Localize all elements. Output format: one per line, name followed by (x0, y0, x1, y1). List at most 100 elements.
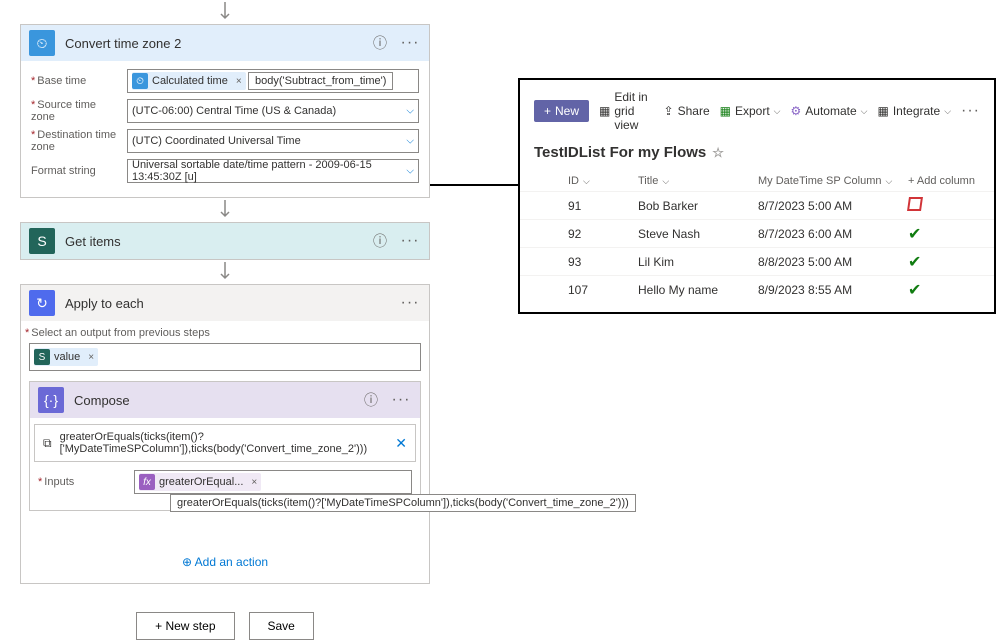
automate-icon: ⚙ (791, 104, 802, 118)
new-step-button[interactable]: + New step (136, 612, 234, 640)
help-icon[interactable]: ⓘ (371, 231, 389, 251)
chevron-down-icon: ⌵ (861, 106, 868, 117)
sharepoint-icon: S (29, 228, 55, 254)
col-title[interactable]: Title⌵ (638, 175, 758, 187)
chevron-down-icon: ⌵ (406, 166, 414, 177)
chevron-down-icon: ⌵ (944, 106, 951, 117)
compose-expression-bar[interactable]: ⧉ greaterOrEquals(ticks(item()?['MyDateT… (34, 424, 416, 462)
table-row[interactable]: 92 Steve Nash 8/7/2023 6:00 AM ✔ (520, 219, 994, 247)
table-row[interactable]: 107 Hello My name 8/9/2023 8:55 AM ✔ (520, 275, 994, 303)
table-row[interactable]: 93 Lil Kim 8/8/2023 5:00 AM ✔ (520, 247, 994, 275)
convert-time-zone-title: Convert time zone 2 (65, 36, 361, 51)
list-table: ID⌵ Title⌵ My DateTime SP Column⌵ + Add … (520, 171, 994, 303)
format-select[interactable]: Universal sortable date/time pattern - 2… (127, 159, 419, 183)
col-id[interactable]: ID⌵ (568, 175, 638, 187)
status-green-icon: ✔ (908, 224, 998, 244)
remove-token-icon[interactable]: × (236, 76, 242, 87)
source-tz-select[interactable]: (UTC-06:00) Central Time (US & Canada) ⌵ (127, 99, 419, 123)
cell-title: Hello My name (638, 283, 758, 297)
status-red-icon (907, 197, 923, 211)
favorite-star-icon[interactable]: ☆ (712, 145, 724, 161)
add-column-button[interactable]: + Add column (908, 175, 998, 187)
base-time-input[interactable]: ⏲ Calculated time × body('Subtract_from_… (127, 69, 419, 93)
more-icon[interactable]: ··· (961, 102, 980, 120)
compose-title: Compose (74, 393, 352, 408)
add-action-row: ⊕ Add an action (21, 539, 429, 577)
edit-grid-button[interactable]: ▦Edit in grid view (599, 90, 654, 132)
clock-icon: ⏲ (132, 73, 148, 89)
clock-icon: ⏲ (29, 30, 55, 56)
new-item-button[interactable]: +New (534, 100, 589, 122)
more-icon[interactable]: ··· (399, 34, 421, 52)
more-icon[interactable]: ··· (399, 294, 421, 312)
col-datetime[interactable]: My DateTime SP Column⌵ (758, 175, 908, 187)
compose-icon: {·} (38, 387, 64, 413)
cell-id: 107 (568, 283, 638, 297)
inputs-tooltip: greaterOrEquals(ticks(item()?['MyDateTim… (170, 494, 636, 512)
cell-title: Bob Barker (638, 199, 758, 213)
inputs-label: Inputs (38, 476, 128, 488)
flow-arrow (20, 198, 430, 222)
code-icon: ⧉ (43, 436, 52, 451)
table-row[interactable]: 91 Bob Barker 8/7/2023 5:00 AM (520, 191, 994, 219)
compose-header[interactable]: {·} Compose ⓘ ··· (30, 382, 420, 418)
source-tz-label: Source time zone (31, 99, 121, 123)
loop-icon: ↻ (29, 290, 55, 316)
get-items-header[interactable]: S Get items ⓘ ··· (21, 223, 429, 259)
connector-line (430, 184, 518, 186)
select-output-input[interactable]: S value × (29, 343, 421, 371)
grid-icon: ▦ (599, 104, 610, 118)
apply-to-each-title: Apply to each (65, 296, 389, 311)
cell-datetime: 8/9/2023 8:55 AM (758, 283, 908, 297)
select-output-label: Select an output from previous steps (25, 327, 425, 339)
flow-arrow (20, 0, 430, 24)
help-icon[interactable]: ⓘ (371, 33, 389, 53)
fx-token[interactable]: fx greaterOrEqual... × (139, 473, 261, 491)
cell-datetime: 8/7/2023 5:00 AM (758, 199, 908, 213)
export-button[interactable]: ▦Export⌵ (720, 104, 781, 118)
convert-time-zone-card: ⏲ Convert time zone 2 ⓘ ··· Base time ⏲ … (20, 24, 430, 198)
remove-token-icon[interactable]: × (251, 477, 257, 488)
list-title: TestIDList For my Flows (534, 144, 706, 161)
save-button[interactable]: Save (249, 612, 314, 640)
chevron-down-icon: ⌵ (406, 106, 414, 117)
more-icon[interactable]: ··· (390, 391, 412, 409)
get-items-card: S Get items ⓘ ··· (20, 222, 430, 260)
flow-arrow (20, 260, 430, 284)
integrate-icon: ▦ (877, 104, 888, 118)
compose-card: {·} Compose ⓘ ··· ⧉ greaterOrEquals(tick… (29, 381, 421, 511)
format-label: Format string (31, 165, 121, 177)
integrate-button[interactable]: ▦Integrate⌵ (877, 104, 951, 118)
get-items-title: Get items (65, 234, 361, 249)
base-time-tooltip: body('Subtract_from_time') (248, 72, 393, 90)
help-icon[interactable]: ⓘ (362, 390, 380, 410)
cell-title: Steve Nash (638, 227, 758, 241)
dest-tz-select[interactable]: (UTC) Coordinated Universal Time ⌵ (127, 129, 419, 153)
base-time-label: Base time (31, 75, 121, 87)
calculated-time-token[interactable]: ⏲ Calculated time × (132, 72, 246, 90)
fx-icon: fx (139, 474, 155, 490)
chevron-down-icon: ⌵ (662, 176, 669, 186)
cell-datetime: 8/8/2023 5:00 AM (758, 255, 908, 269)
apply-to-each-header[interactable]: ↻ Apply to each ··· (21, 285, 429, 321)
inputs-field[interactable]: fx greaterOrEqual... × (134, 470, 412, 494)
add-action-icon: ⊕ (182, 555, 195, 569)
clear-expression-icon[interactable]: ✕ (395, 435, 407, 452)
chevron-down-icon: ⌵ (774, 106, 781, 117)
chevron-down-icon: ⌵ (885, 176, 892, 186)
add-action-link[interactable]: ⊕ Add an action (182, 555, 268, 569)
chevron-down-icon: ⌵ (406, 136, 414, 147)
dest-tz-label: Destination time zone (31, 129, 121, 153)
share-button[interactable]: ⇪Share (664, 104, 710, 118)
convert-time-zone-header[interactable]: ⏲ Convert time zone 2 ⓘ ··· (21, 25, 429, 61)
remove-token-icon[interactable]: × (88, 352, 94, 363)
more-icon[interactable]: ··· (399, 232, 421, 250)
value-token[interactable]: S value × (34, 348, 98, 366)
cell-id: 91 (568, 199, 638, 213)
status-green-icon: ✔ (908, 252, 998, 272)
status-green-icon: ✔ (908, 280, 998, 300)
plus-icon: + (544, 104, 551, 118)
sharepoint-icon: S (34, 349, 50, 365)
cell-id: 93 (568, 255, 638, 269)
automate-button[interactable]: ⚙Automate⌵ (791, 104, 868, 118)
